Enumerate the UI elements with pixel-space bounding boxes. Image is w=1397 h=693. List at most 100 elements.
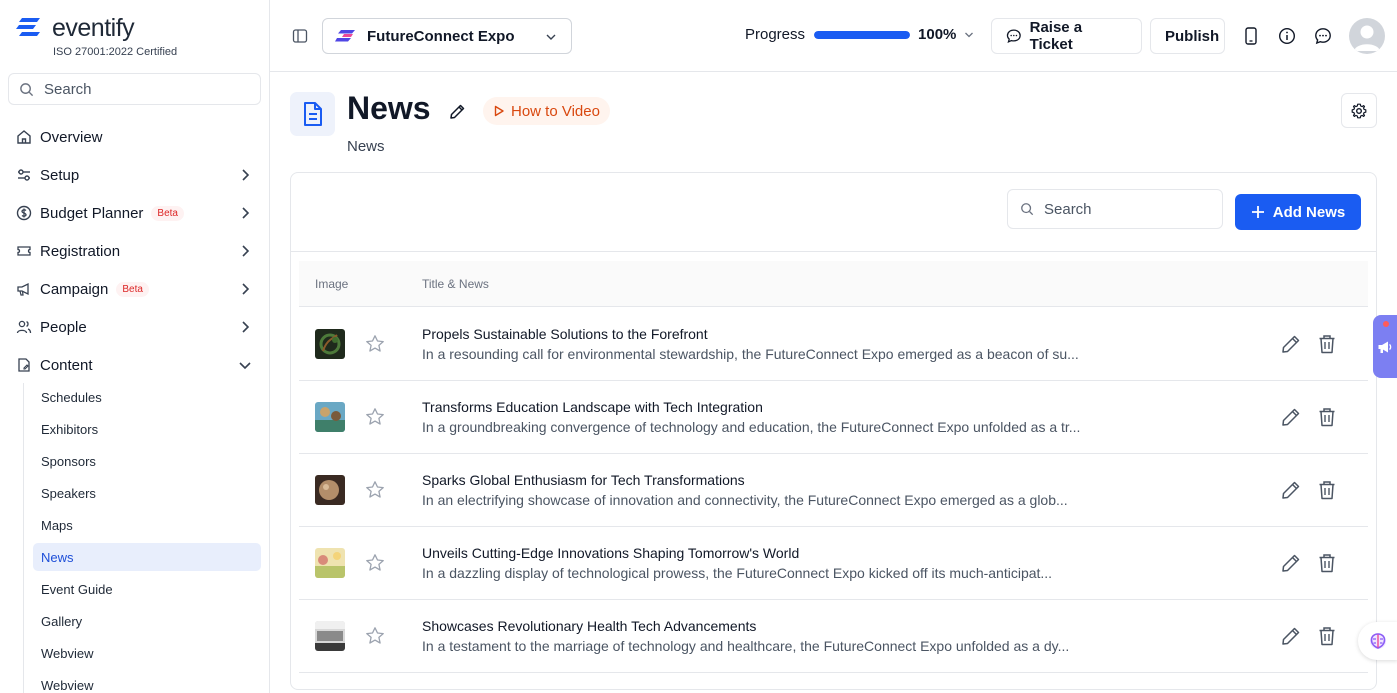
sidebar-item-campaign[interactable]: Campaign Beta [16,274,256,304]
progress-value: 100% [918,26,957,43]
add-news-button[interactable]: Add News [1235,194,1361,230]
raise-ticket-label: Raise a Ticket [1029,19,1083,53]
news-description: In a resounding call for environmental s… [422,346,1079,362]
news-thumbnail [315,621,345,651]
sidebar-search-input[interactable]: Search [8,73,261,105]
news-title: Unveils Cutting-Edge Innovations Shaping… [422,545,800,561]
news-thumbnail [315,548,345,578]
notification-dot [1383,321,1389,327]
chat-bubble-icon [1006,29,1021,43]
document-icon [303,102,322,126]
news-thumbnail [315,475,345,505]
brand-logo[interactable]: eventify [16,14,135,43]
progress-bar-fill [814,30,911,39]
news-description: In an electrifying showcase of innovatio… [422,492,1068,508]
sidebar-item-people[interactable]: People [16,312,256,342]
sidebar-item-label: Content [40,356,93,374]
users-icon [16,320,32,334]
star-icon[interactable] [365,553,385,573]
page-subtitle: News [347,138,385,155]
how-to-video-label: How to Video [511,102,600,120]
event-selector[interactable]: FutureConnect Expo [322,18,572,54]
sidebar-toggle-icon[interactable] [292,28,308,44]
brand-name: eventify [52,14,135,42]
sidebar-item-label: Overview [40,128,103,146]
news-title: Propels Sustainable Solutions to the For… [422,326,708,342]
star-icon[interactable] [365,407,385,427]
edit-icon[interactable] [1281,480,1301,500]
chat-icon[interactable] [1314,27,1332,45]
sidebar-subitem-schedules[interactable]: Schedules [33,383,261,411]
trash-icon[interactable] [1318,626,1336,646]
edit-icon[interactable] [1281,334,1301,354]
trash-icon[interactable] [1318,480,1336,500]
sidebar-item-registration[interactable]: Registration [16,236,256,266]
certification-label: ISO 27001:2022 Certified [53,46,178,58]
table-row[interactable]: Transforms Education Landscape with Tech… [299,381,1368,454]
column-header-title: Title & News [422,277,489,291]
publish-label: Publish [1165,27,1220,45]
page-title: News [347,90,431,126]
edit-icon[interactable] [1281,553,1301,573]
raise-ticket-button[interactable]: Raise a Ticket [991,18,1142,54]
star-icon[interactable] [365,480,385,500]
edit-icon[interactable] [1281,626,1301,646]
sidebar-subitem-webview[interactable]: Webview [33,639,261,667]
trash-icon[interactable] [1318,553,1336,573]
news-title: Showcases Revolutionary Health Tech Adva… [422,618,757,634]
sidebar-subitem-news[interactable]: News [33,543,261,571]
sidebar-subitem-exhibitors[interactable]: Exhibitors [33,415,261,443]
megaphone-icon [1378,341,1392,353]
sidebar-search-placeholder: Search [44,80,92,98]
chevron-right-icon [242,321,250,333]
sidebar-item-budget-planner[interactable]: Budget Planner Beta [16,198,256,228]
sidebar-subitem-gallery[interactable]: Gallery [33,607,261,635]
table-row[interactable]: Propels Sustainable Solutions to the For… [299,308,1368,381]
sidebar-subitem-sponsors[interactable]: Sponsors [33,447,261,475]
trash-icon[interactable] [1318,407,1336,427]
progress-indicator[interactable]: Progress 100% [745,26,974,43]
ai-assistant-button[interactable] [1358,622,1397,660]
info-icon[interactable] [1278,27,1296,45]
publish-button[interactable]: Publish [1150,18,1225,54]
sidebar: eventify ISO 27001:2022 Certified Search… [0,0,270,693]
event-logo-icon [335,30,355,42]
trash-icon[interactable] [1318,334,1336,354]
edit-title-icon[interactable] [449,103,466,120]
sidebar-item-overview[interactable]: Overview [16,122,256,152]
chevron-right-icon [242,283,250,295]
beta-badge: Beta [151,205,184,221]
page-settings-button[interactable] [1341,93,1377,128]
sidebar-subitem-event-guide[interactable]: Event Guide [33,575,261,603]
play-icon [494,105,504,117]
card-divider [291,251,1376,252]
sliders-icon [18,169,30,181]
star-icon[interactable] [365,334,385,354]
news-thumbnail [315,329,345,359]
column-header-image: Image [315,277,349,291]
sidebar-subitem-webview-2[interactable]: Webview [33,671,261,693]
sidebar-subitem-maps[interactable]: Maps [33,511,261,539]
chevron-down-icon [546,34,556,40]
sidebar-item-setup[interactable]: Setup [16,160,256,190]
mobile-preview-icon[interactable] [1244,27,1258,45]
sidebar-item-label: Campaign [40,280,109,298]
star-icon[interactable] [365,626,385,646]
table-row[interactable]: Sparks Global Enthusiasm for Tech Transf… [299,454,1368,527]
table-row[interactable]: Showcases Revolutionary Health Tech Adva… [299,600,1368,673]
news-description: In a dazzling display of technological p… [422,565,1053,581]
add-news-label: Add News [1272,203,1346,221]
chevron-right-icon [242,245,250,257]
sidebar-item-content[interactable]: Content [16,350,256,380]
news-search-input[interactable]: Search [1007,189,1223,229]
news-thumbnail [315,402,345,432]
edit-icon[interactable] [1281,407,1301,427]
sidebar-subitem-speakers[interactable]: Speakers [33,479,261,507]
user-avatar[interactable] [1349,18,1385,54]
news-title: Transforms Education Landscape with Tech… [422,399,763,415]
how-to-video-button[interactable]: How to Video [483,97,610,125]
sidebar-item-label: Registration [40,242,121,260]
sidebar-item-label: People [40,318,87,336]
sidebar-item-label: Budget Planner [40,204,144,222]
table-row[interactable]: Unveils Cutting-Edge Innovations Shaping… [299,527,1368,600]
